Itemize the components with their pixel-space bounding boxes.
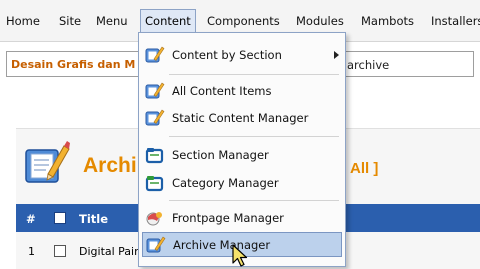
menu-separator — [169, 200, 339, 201]
menu-components[interactable]: Components — [207, 14, 280, 28]
menu-item-label: Static Content Manager — [172, 111, 309, 125]
filter-all-label: All ] — [350, 160, 379, 177]
menu-item-all-content-items[interactable]: All Content Items — [142, 79, 342, 104]
pencil-icon — [145, 109, 165, 126]
pencil-icon — [145, 82, 165, 99]
menu-item-label: Archive Manager — [173, 238, 271, 252]
menu-item-label: Content by Section — [172, 48, 282, 62]
menu-home[interactable]: Home — [6, 14, 40, 28]
content-dropdown-menu: Content by Section All Content Items Sta… — [138, 32, 346, 267]
menu-content[interactable]: Content — [140, 9, 196, 33]
menu-item-label: All Content Items — [172, 84, 272, 98]
menu-item-label: Frontpage Manager — [172, 211, 284, 225]
menu-item-label: Category Manager — [172, 176, 279, 190]
menu-item-content-by-section[interactable]: Content by Section — [142, 43, 342, 68]
menu-item-label: Section Manager — [172, 148, 269, 162]
menu-separator — [169, 136, 339, 137]
menu-site[interactable]: Site — [59, 14, 81, 28]
menu-item-section-manager[interactable]: Section Manager — [142, 143, 342, 168]
mouse-pointer-icon — [232, 244, 248, 267]
menu-menu[interactable]: Menu — [96, 14, 128, 28]
select-all-checkbox[interactable] — [54, 212, 66, 224]
menu-item-frontpage-manager[interactable]: Frontpage Manager — [142, 206, 342, 231]
menu-item-static-content-manager[interactable]: Static Content Manager — [142, 106, 342, 131]
row-title-link[interactable]: Digital Pain — [79, 245, 141, 258]
pathway-current: archive — [347, 58, 390, 72]
column-title-header[interactable]: Title — [79, 212, 108, 226]
row-checkbox[interactable] — [54, 245, 66, 257]
page-title: Archi — [83, 154, 137, 177]
archive-icon — [25, 141, 70, 183]
site-name-link[interactable]: Desain Grafis dan M — [11, 58, 135, 71]
frontpage-icon — [146, 212, 162, 226]
menu-mambots[interactable]: Mambots — [361, 14, 414, 28]
folder-icon — [145, 148, 164, 164]
folder-icon — [145, 176, 164, 192]
column-number-header: # — [26, 212, 36, 226]
pencil-icon — [145, 46, 165, 63]
menu-item-category-manager[interactable]: Category Manager — [142, 171, 342, 196]
row-number: 1 — [28, 245, 35, 258]
menu-modules[interactable]: Modules — [296, 14, 344, 28]
pencil-icon — [146, 236, 166, 253]
menu-separator — [169, 74, 339, 75]
menu-installers[interactable]: Installers — [431, 14, 480, 28]
submenu-arrow-icon — [334, 51, 339, 59]
